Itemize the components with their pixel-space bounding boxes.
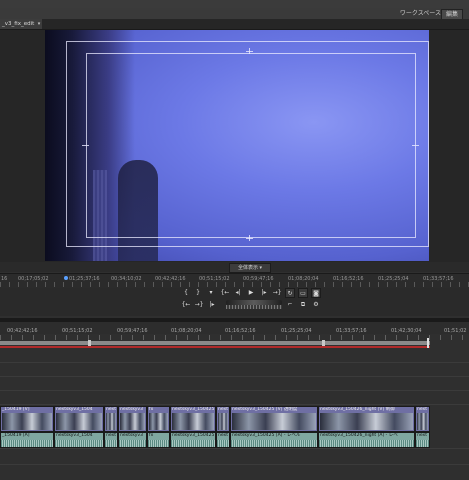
- clip-name: nextskyv3_1504: [56, 433, 93, 438]
- go-to-in-icon[interactable]: {←: [220, 288, 230, 298]
- clip-thumbnail: [2, 413, 52, 430]
- timeline-label: 01;16;52;16: [225, 328, 256, 334]
- timeline-label: 01;25;25;04: [281, 328, 312, 334]
- overwrite-icon[interactable]: →}: [194, 300, 204, 310]
- audio-waveform: [119, 440, 146, 447]
- video-clip[interactable]: next: [104, 406, 118, 432]
- video-clip[interactable]: nextskyv3_150426_night [V] 制御: [318, 406, 415, 432]
- monitor-playhead[interactable]: [64, 276, 68, 280]
- clip-thumbnail: [56, 413, 102, 430]
- clip-name: nextskyv3_150426_night [A] - レベ: [320, 433, 398, 438]
- track-divider: [0, 390, 469, 391]
- timeline-label: 01;33;57;16: [336, 328, 367, 334]
- clip-thumbnail: [320, 413, 413, 430]
- audio-waveform: [55, 440, 103, 447]
- clip-name: next: [218, 433, 228, 438]
- audio-waveform: [1, 440, 53, 447]
- video-clip[interactable]: nextskyv3_1504: [54, 406, 104, 432]
- insert-icon[interactable]: {←: [181, 300, 191, 310]
- audio-clip[interactable]: nextskyv3_1504: [54, 432, 104, 448]
- add-marker-icon[interactable]: ▾: [206, 288, 216, 298]
- audio-clip[interactable]: nextskyv3_150425 [A] - レベル: [230, 432, 318, 448]
- clip-thumbnail: [149, 413, 168, 430]
- export-frame-icon[interactable]: ◙: [311, 288, 321, 298]
- center-mark-bottom-h: [246, 238, 253, 239]
- clip-name: _150419 [A]: [2, 433, 30, 438]
- timeline-label: 01;42;30;04: [391, 328, 422, 334]
- audio-clip[interactable]: fx: [147, 432, 170, 448]
- center-mark-left: [82, 145, 89, 146]
- clip-name: nextskyv3_150425 [A] - レベル: [232, 433, 301, 438]
- lift-extract-icon[interactable]: |▸: [207, 300, 217, 310]
- audio-clip[interactable]: _150419 [A]: [0, 432, 54, 448]
- audio-waveform: [171, 440, 215, 447]
- clip-thumbnail: [172, 413, 214, 430]
- clip-thumbnail: [232, 413, 316, 430]
- go-to-out-icon[interactable]: →}: [272, 288, 282, 298]
- timeline-label: 01;08;20;04: [171, 328, 202, 334]
- button-editor-icon[interactable]: ⌐: [285, 300, 295, 310]
- audio-clip[interactable]: next: [104, 432, 118, 448]
- clip-name: nextskyv3_150425: [172, 433, 215, 438]
- clip-name: next: [106, 433, 116, 438]
- play-icon[interactable]: ▶: [246, 288, 256, 298]
- clip-name: nextskyv3: [120, 433, 143, 438]
- audio-clip[interactable]: nextskyv3_150426_night [A] - レベ: [318, 432, 415, 448]
- track-divider: [0, 464, 469, 465]
- audio-waveform: [231, 440, 317, 447]
- center-mark-top-h: [246, 51, 253, 52]
- audio-waveform: [416, 440, 429, 447]
- timeline-ruler-ticks: [0, 335, 469, 340]
- compare-icon[interactable]: ⧉: [298, 300, 308, 310]
- mark-out-icon[interactable]: }: [193, 288, 203, 298]
- track-divider: [0, 448, 469, 449]
- audio-clip[interactable]: next: [216, 432, 230, 448]
- video-clip[interactable]: nextskyv3_150425: [170, 406, 216, 432]
- audio-waveform: [105, 440, 117, 447]
- clip-name: next: [417, 433, 427, 438]
- title-safe-guide: [86, 53, 416, 238]
- clip-thumbnail: [417, 413, 428, 430]
- track-divider: [0, 376, 469, 377]
- audio-clip[interactable]: next: [415, 432, 430, 448]
- zoom-level-select[interactable]: 全体表示 ▾: [229, 263, 271, 273]
- timeline-label: 01;51;02: [444, 328, 467, 334]
- loop-icon[interactable]: ↻: [285, 288, 295, 298]
- audio-waveform: [217, 440, 229, 447]
- audio-clip[interactable]: nextskyv3: [118, 432, 147, 448]
- settings-icon[interactable]: ⚙: [311, 300, 321, 310]
- work-area-bar[interactable]: [0, 341, 430, 345]
- clip-thumbnail: [120, 413, 145, 430]
- timeline-playhead[interactable]: [427, 338, 429, 348]
- video-clip[interactable]: nextskyv3_150425 [V] 透明度: [230, 406, 318, 432]
- video-clip[interactable]: next: [415, 406, 430, 432]
- clip-thumbnail: [106, 413, 116, 430]
- clip-thumbnail: [218, 413, 228, 430]
- mark-in-icon[interactable]: {: [181, 288, 191, 298]
- audio-clip[interactable]: nextskyv3_150425: [170, 432, 216, 448]
- tab-dropdown-icon[interactable]: ▾: [36, 21, 42, 27]
- workspace-label: ワークスペース: [399, 10, 441, 17]
- track-divider: [0, 404, 469, 405]
- clip-name: fx: [149, 433, 154, 438]
- center-mark-right: [412, 145, 419, 146]
- timeline-label: 00;59;47;16: [117, 328, 148, 334]
- monitor-ruler-ticks: [0, 282, 469, 287]
- step-back-icon[interactable]: ◂|: [233, 288, 243, 298]
- video-clip[interactable]: _150419 [V]: [0, 406, 54, 432]
- video-clip[interactable]: fx: [147, 406, 170, 432]
- track-divider: [0, 362, 469, 363]
- video-clip[interactable]: nextskyv3: [118, 406, 147, 432]
- safe-margins-icon[interactable]: ▭: [298, 288, 308, 298]
- timeline-label: 00;51;15;02: [62, 328, 93, 334]
- zoom-level-value: 全体表示: [237, 265, 258, 271]
- audio-waveform: [148, 440, 169, 447]
- video-clip[interactable]: next: [216, 406, 230, 432]
- timeline-label: 00;42;42;16: [7, 328, 38, 334]
- step-forward-icon[interactable]: |▸: [259, 288, 269, 298]
- shuttle-control[interactable]: [226, 305, 282, 309]
- workspace-bar: [0, 8, 469, 19]
- panel-tab-strip: [0, 19, 469, 30]
- audio-waveform: [319, 440, 414, 447]
